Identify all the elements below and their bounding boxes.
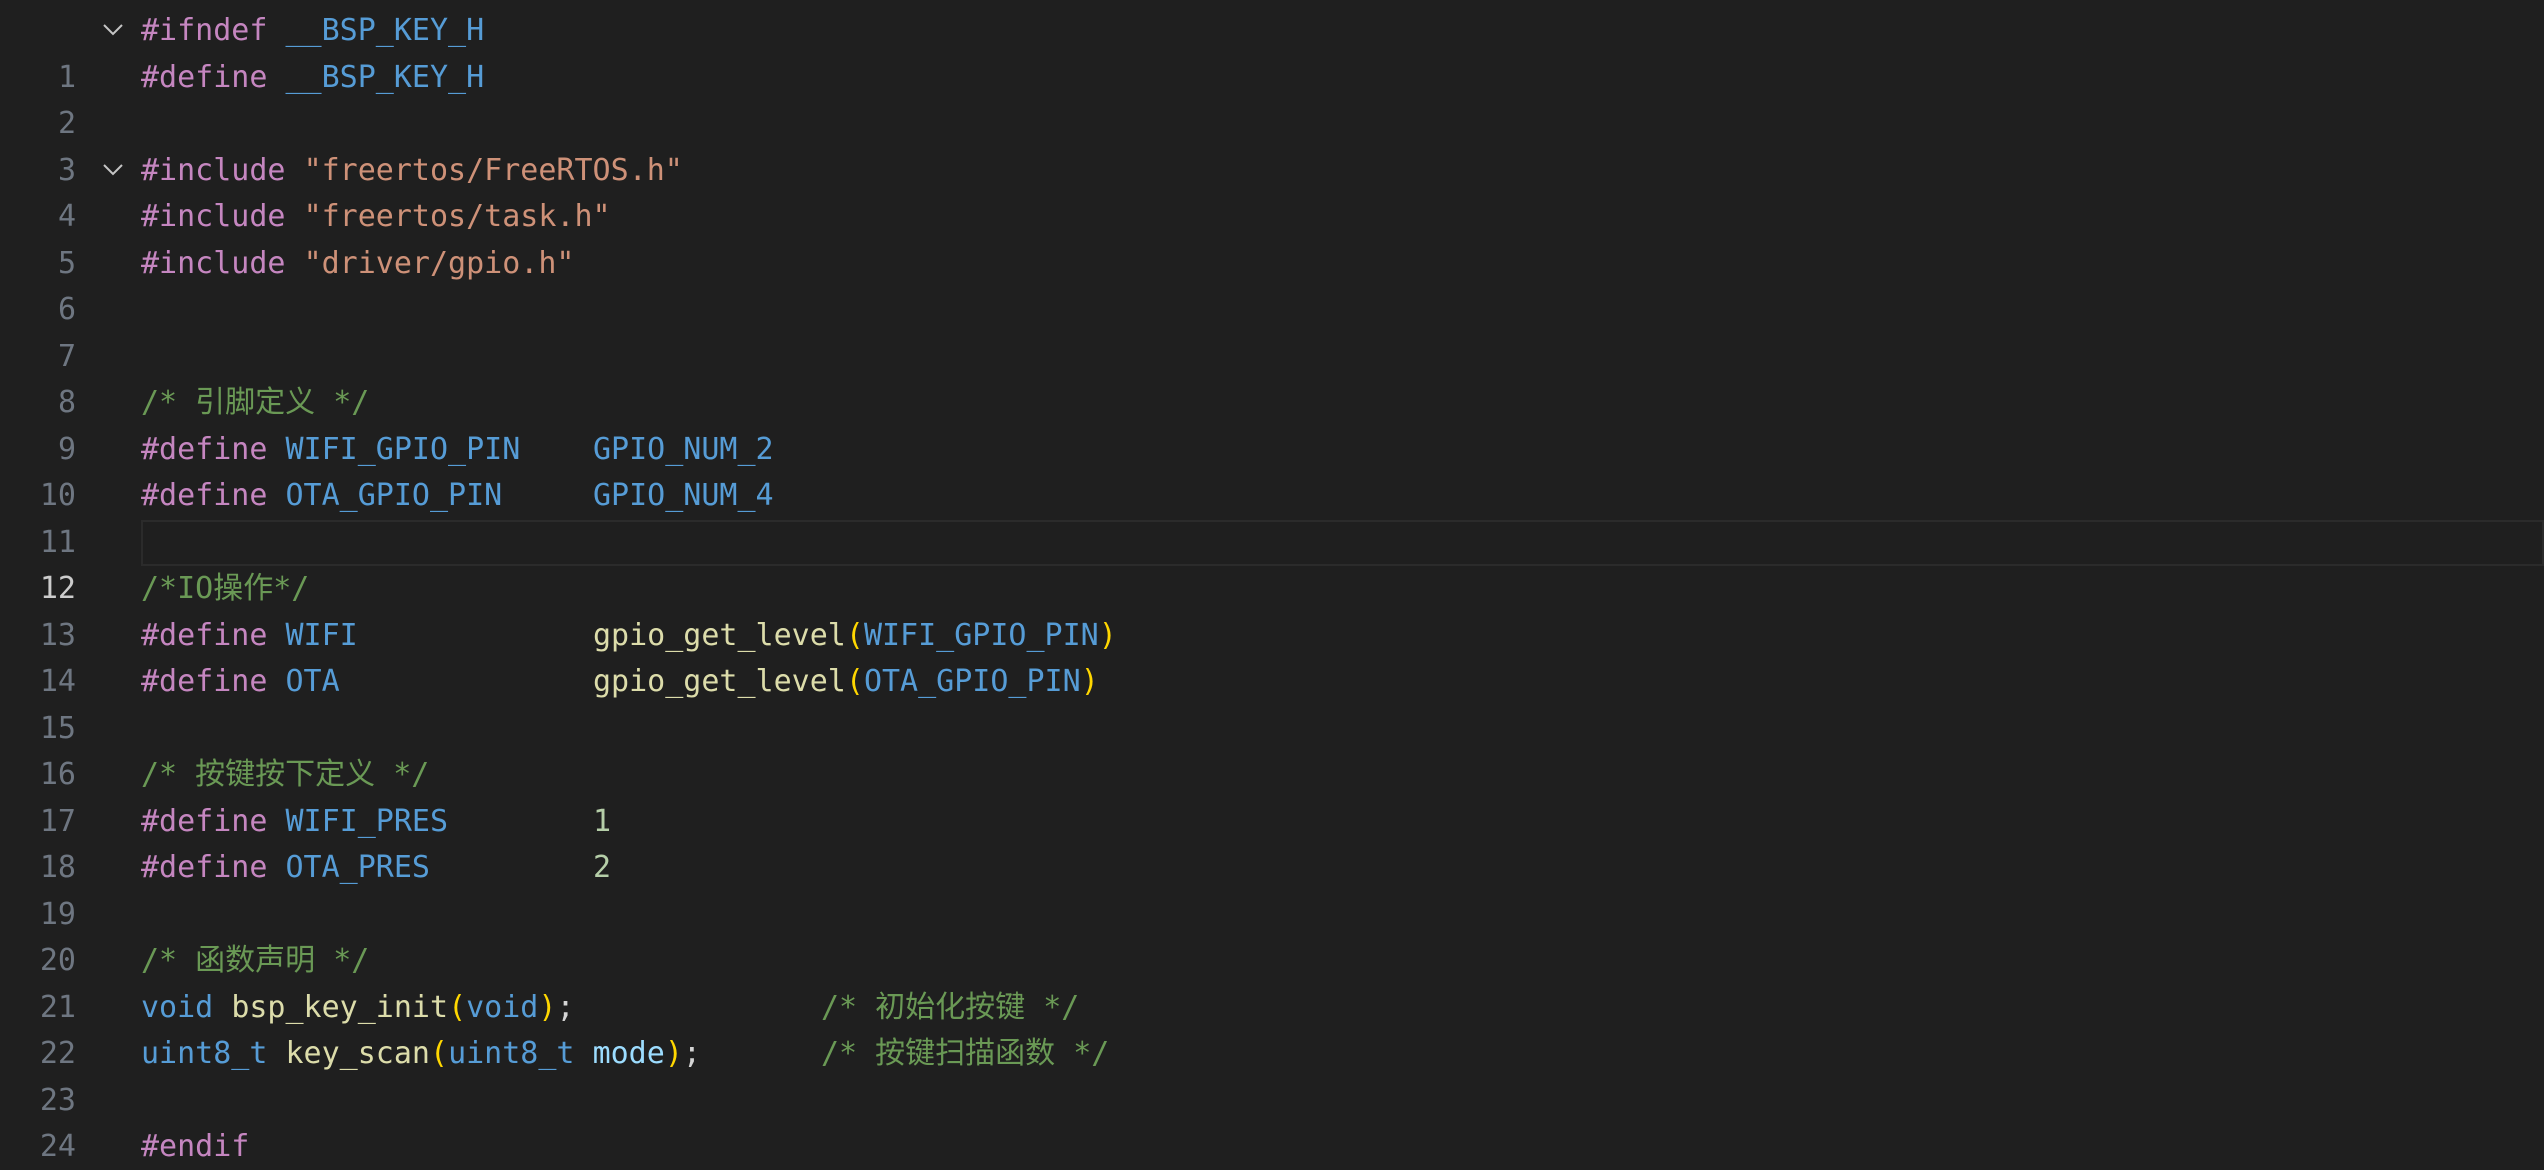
- macro-name: __BSP_KEY_H: [285, 59, 485, 95]
- code-line[interactable]: 3: [0, 101, 2544, 188]
- code-line[interactable]: 6 #include "driver/gpio.h": [0, 241, 2544, 328]
- macro-name: WIFI_PRES: [285, 803, 449, 839]
- return-type: uint8_t: [141, 1036, 268, 1071]
- include-path-string: "freertos/FreeRTOS.h": [303, 152, 683, 188]
- code-line-current[interactable]: 12: [0, 519, 2544, 606]
- code-comment: /*IO操作*/: [141, 571, 310, 606]
- code-line[interactable]: 1 #ifndef __BSP_KEY_H: [0, 8, 2544, 95]
- preprocessor-keyword: #define: [141, 59, 268, 95]
- fold-chevron-icon[interactable]: [98, 148, 130, 195]
- code-line[interactable]: 25 #endif: [0, 1124, 2544, 1170]
- preprocessor-keyword: #define: [141, 617, 268, 653]
- function-name: gpio_get_level: [593, 664, 846, 699]
- code-comment: /* 按键扫描函数 */: [821, 1036, 1110, 1071]
- code-line[interactable]: 8: [0, 334, 2544, 420]
- macro-argument: WIFI_GPIO_PIN: [863, 617, 1099, 653]
- preprocessor-keyword: #include: [141, 245, 286, 281]
- code-line[interactable]: 15 #define OTA gpio_get_level(OTA_GPIO_P…: [0, 659, 2544, 746]
- code-line[interactable]: 5 #include "freertos/task.h": [0, 194, 2544, 281]
- preprocessor-keyword: #define: [141, 664, 268, 699]
- preprocessor-keyword: #endif: [141, 1129, 250, 1164]
- code-editor[interactable]: 1 #ifndef __BSP_KEY_H 2 #define __BSP_KE…: [0, 0, 2544, 1170]
- param-name: mode: [592, 1036, 665, 1071]
- fold-chevron-icon[interactable]: [98, 8, 130, 55]
- code-line[interactable]: 18 #define WIFI_PRES 1: [0, 799, 2544, 886]
- code-line[interactable]: 20: [0, 892, 2544, 978]
- numeric-literal: 1: [593, 803, 612, 839]
- open-paren: (: [845, 664, 864, 699]
- open-paren: (: [845, 617, 864, 653]
- semicolon: ;: [556, 989, 575, 1025]
- include-path-string: "driver/gpio.h": [303, 245, 575, 281]
- preprocessor-keyword: #include: [141, 152, 286, 188]
- code-line[interactable]: 24: [0, 1078, 2544, 1164]
- macro-value: GPIO_NUM_4: [593, 478, 774, 513]
- code-line[interactable]: 13 /*IO操作*/: [0, 566, 2544, 653]
- close-paren: ): [1080, 664, 1099, 699]
- code-comment: /* 函数声明 */: [141, 943, 370, 978]
- open-paren: (: [448, 989, 467, 1025]
- code-line[interactable]: 9 /* 引脚定义 */: [0, 380, 2544, 467]
- function-name: key_scan: [285, 1036, 431, 1071]
- code-line[interactable]: 17 /* 按键按下定义 */: [0, 752, 2544, 839]
- code-line[interactable]: 19 #define OTA_PRES 2: [0, 845, 2544, 932]
- preprocessor-keyword: #define: [141, 478, 268, 513]
- preprocessor-keyword: #include: [141, 199, 286, 234]
- param-type: uint8_t: [448, 1036, 575, 1071]
- code-line[interactable]: 14 #define WIFI gpio_get_level(WIFI_GPIO…: [0, 613, 2544, 700]
- code-line[interactable]: 16: [0, 706, 2544, 792]
- macro-name: OTA_GPIO_PIN: [285, 478, 503, 513]
- macro-name: WIFI_GPIO_PIN: [285, 431, 521, 467]
- current-line-highlight: [141, 519, 2544, 566]
- open-paren: (: [430, 1036, 449, 1071]
- code-line[interactable]: 4 #include "freertos/FreeRTOS.h": [0, 148, 2544, 235]
- code-comment: /* 引脚定义 */: [141, 385, 370, 420]
- code-comment: /* 初始化按键 */: [821, 989, 1080, 1025]
- semicolon: ;: [682, 1036, 701, 1071]
- code-line[interactable]: 2 #define __BSP_KEY_H: [0, 55, 2544, 142]
- code-line[interactable]: 23 uint8_t key_scan(uint8_t mode); /* 按键…: [0, 1031, 2544, 1118]
- preprocessor-keyword: #ifndef: [141, 13, 268, 48]
- code-comment: /* 按键按下定义 */: [141, 757, 430, 792]
- code-line[interactable]: 11 #define OTA_GPIO_PIN GPIO_NUM_4: [0, 473, 2544, 560]
- include-path-string: "freertos/task.h": [303, 199, 611, 234]
- macro-name: __BSP_KEY_H: [285, 13, 485, 48]
- close-paren: ): [664, 1036, 683, 1071]
- code-line[interactable]: 7: [0, 287, 2544, 374]
- function-name: gpio_get_level: [593, 617, 846, 653]
- function-name: bsp_key_init: [231, 989, 449, 1025]
- code-line[interactable]: 10 #define WIFI_GPIO_PIN GPIO_NUM_2: [0, 427, 2544, 514]
- close-paren: ): [1098, 617, 1117, 653]
- macro-name: OTA_PRES: [285, 850, 431, 885]
- numeric-literal: 2: [593, 850, 612, 885]
- return-type: void: [141, 989, 214, 1025]
- close-paren: ): [538, 989, 557, 1025]
- code-line[interactable]: 21 /* 函数声明 */: [0, 938, 2544, 1025]
- param-type: void: [466, 989, 539, 1025]
- macro-name: WIFI: [285, 617, 358, 653]
- macro-value: GPIO_NUM_2: [593, 431, 774, 467]
- preprocessor-keyword: #define: [141, 431, 268, 467]
- macro-name: OTA: [285, 664, 340, 699]
- code-line[interactable]: 22 void bsp_key_init(void); /* 初始化按键 */: [0, 985, 2544, 1072]
- preprocessor-keyword: #define: [141, 803, 268, 839]
- macro-argument: OTA_GPIO_PIN: [863, 664, 1081, 699]
- preprocessor-keyword: #define: [141, 850, 268, 885]
